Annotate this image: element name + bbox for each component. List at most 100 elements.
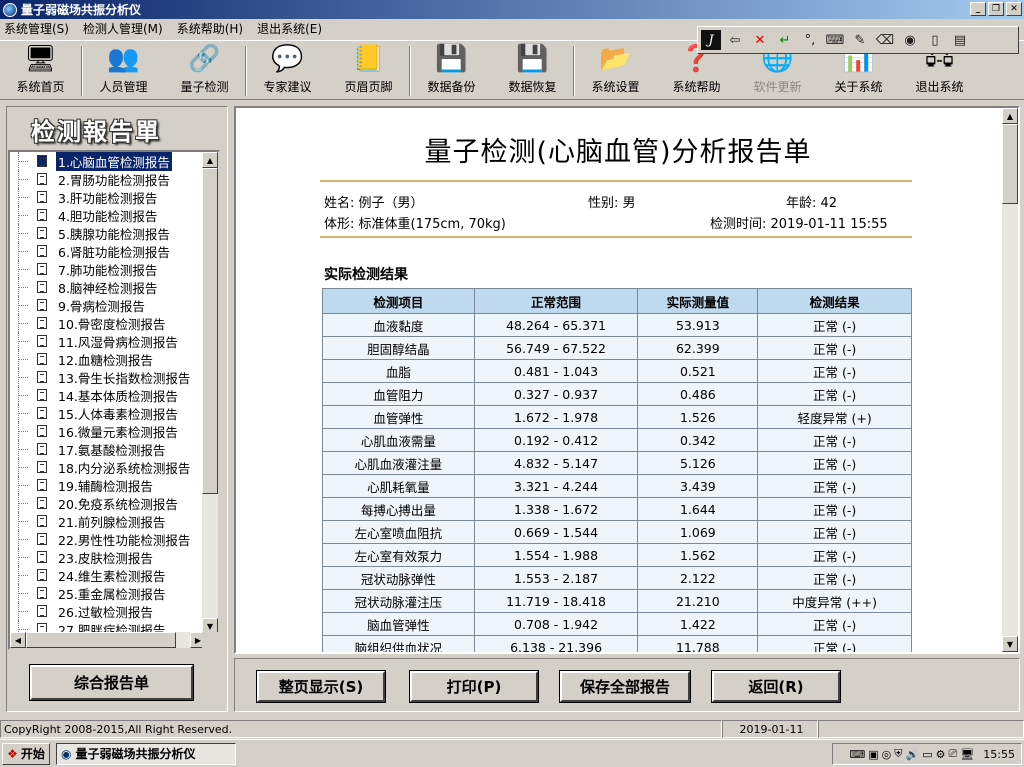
toolbar-backup-button[interactable]: 💾 数据备份 bbox=[411, 41, 492, 99]
tray-display-icon[interactable]: ▭ bbox=[922, 748, 932, 761]
ime-logo-icon[interactable]: J bbox=[701, 30, 721, 50]
menu-tester[interactable]: 检测人管理(M) bbox=[83, 20, 163, 37]
report-tree-item[interactable]: 13.骨生长指数检测报告 bbox=[10, 368, 206, 386]
toolbar-header-footer-button[interactable]: 📒 页眉页脚 bbox=[328, 41, 409, 99]
report-tree-item[interactable]: 4.胆功能检测报告 bbox=[10, 206, 206, 224]
tree-scroll-thumb[interactable] bbox=[202, 168, 218, 494]
table-cell: 胆固醇结晶 bbox=[322, 336, 475, 360]
menu-help[interactable]: 系统帮助(H) bbox=[177, 20, 243, 37]
mouse-icon[interactable]: ▯ bbox=[924, 30, 946, 50]
fit-page-button[interactable]: 整页显示(S) bbox=[256, 670, 386, 703]
close-button[interactable]: ✕ bbox=[1006, 2, 1022, 16]
report-tree-item[interactable]: 5.胰腺功能检测报告 bbox=[10, 224, 206, 242]
delete-icon[interactable]: ✕ bbox=[749, 30, 771, 50]
print-button[interactable]: 打印(P) bbox=[409, 670, 539, 703]
table-cell: 0.486 bbox=[637, 382, 759, 406]
back-arrow-icon[interactable]: ⇦ bbox=[724, 30, 746, 50]
tray-monitor-icon[interactable]: 🖥 bbox=[960, 748, 974, 761]
toolbar-home-button[interactable]: 🖥 系统首页 bbox=[0, 41, 81, 99]
tray-network-icon[interactable]: ▣ bbox=[868, 748, 878, 761]
report-vertical-scrollbar[interactable]: ▲ ▼ bbox=[1002, 108, 1018, 652]
tray-ime-icon[interactable]: ⎚ bbox=[949, 747, 958, 761]
report-tree-item[interactable]: 19.辅酶检测报告 bbox=[10, 476, 206, 494]
tree-hscroll-thumb[interactable] bbox=[26, 632, 176, 648]
eye-icon[interactable]: ◉ bbox=[899, 30, 921, 50]
report-document-icon bbox=[37, 407, 47, 419]
scroll-up-icon[interactable]: ▲ bbox=[202, 152, 218, 168]
summary-report-button[interactable]: 综合报告单 bbox=[29, 664, 194, 701]
table-cell: 48.264 - 65.371 bbox=[473, 313, 639, 337]
tree-horizontal-scrollbar[interactable]: ◀ ▶ bbox=[10, 632, 206, 648]
save-all-button[interactable]: 保存全部报告 bbox=[559, 670, 691, 703]
menu-exit[interactable]: 退出系统(E) bbox=[257, 20, 322, 37]
tray-settings-icon[interactable]: ⚙ bbox=[936, 748, 946, 761]
edit-icon[interactable]: ✎ bbox=[849, 30, 871, 50]
table-cell: 1.553 - 2.187 bbox=[473, 566, 639, 590]
enter-icon[interactable]: ↵ bbox=[774, 30, 796, 50]
restore-button[interactable]: ❐ bbox=[988, 2, 1004, 16]
report-tree-item[interactable]: 2.胃肠功能检测报告 bbox=[10, 170, 206, 188]
tray-shield-icon[interactable]: ⛨ bbox=[894, 747, 902, 761]
report-tree[interactable]: 1.心脑血管检测报告 2.胃肠功能检测报告 3.肝功能检测报告 4.胆功能检测报告 5.… bbox=[8, 150, 220, 650]
toolbar-restore-button[interactable]: 💾 数据恢复 bbox=[492, 41, 573, 99]
minimize-button[interactable]: _ bbox=[970, 2, 986, 16]
report-tree-label: 24.维生素检测报告 bbox=[58, 568, 166, 584]
report-tree-item[interactable]: 10.骨密度检测报告 bbox=[10, 314, 206, 332]
report-document-icon bbox=[37, 533, 47, 545]
report-tree-item[interactable]: 1.心脑血管检测报告 bbox=[10, 152, 206, 172]
report-title: 量子检测(心脑血管)分析报告单 bbox=[424, 137, 812, 168]
status-bar: CopyRight 2008-2015,All Right Reserved. … bbox=[0, 720, 1024, 738]
report-scroll-thumb[interactable] bbox=[1002, 124, 1018, 204]
tray-app-icon[interactable]: ◎ bbox=[882, 748, 892, 761]
report-scroll-up-icon[interactable]: ▲ bbox=[1002, 108, 1018, 124]
table-cell: 1.644 bbox=[637, 497, 759, 521]
report-tree-item[interactable]: 15.人体毒素检测报告 bbox=[10, 404, 206, 422]
start-button[interactable]: ❖ 开始 bbox=[2, 742, 50, 765]
report-scroll-down-icon[interactable]: ▼ bbox=[1002, 636, 1018, 652]
tree-vertical-scrollbar[interactable]: ▲ ▼ bbox=[202, 152, 218, 634]
tray-volume-icon[interactable]: 🔊 bbox=[906, 748, 920, 761]
report-tree-item[interactable]: 17.氨基酸检测报告 bbox=[10, 440, 206, 458]
col-item: 检测项目 bbox=[322, 288, 475, 314]
report-tree-item[interactable]: 3.肝功能检测报告 bbox=[10, 188, 206, 206]
table-cell: 血脂 bbox=[322, 359, 475, 383]
toolbar-detect-button[interactable]: 🔗 量子检测 bbox=[164, 41, 245, 99]
report-tree-label: 20.免疫系统检测报告 bbox=[58, 496, 178, 512]
keyboard-icon[interactable]: ⌨ bbox=[824, 30, 846, 50]
table-row: 胆固醇结晶 56.749 - 67.522 62.399 正常 (-) bbox=[322, 336, 912, 360]
report-tree-item[interactable]: 22.男性性功能检测报告 bbox=[10, 530, 206, 548]
document-icon[interactable]: ▤ bbox=[949, 30, 971, 50]
folder-settings-icon: 📂 bbox=[599, 44, 632, 74]
report-tree-item[interactable]: 23.皮肤检测报告 bbox=[10, 548, 206, 566]
report-tree-item[interactable]: 6.肾脏功能检测报告 bbox=[10, 242, 206, 260]
report-tree-item[interactable]: 9.骨病检测报告 bbox=[10, 296, 206, 314]
taskbar-app-button[interactable]: ◉ 量子弱磁场共振分析仪 bbox=[56, 742, 236, 765]
report-tree-item[interactable]: 26.过敏检测报告 bbox=[10, 602, 206, 620]
report-tree-item[interactable]: 8.脑神经检测报告 bbox=[10, 278, 206, 296]
tray-keyboard-icon[interactable]: ⌨ bbox=[849, 748, 865, 761]
toolbar-settings-button[interactable]: 📂 系统设置 bbox=[575, 41, 656, 99]
report-document-icon bbox=[37, 353, 47, 365]
toolbar-people-button[interactable]: 👥 人员管理 bbox=[83, 41, 164, 99]
table-cell: 11.719 - 18.418 bbox=[473, 589, 639, 613]
report-tree-item[interactable]: 16.微量元素检测报告 bbox=[10, 422, 206, 440]
table-cell: 3.439 bbox=[637, 474, 759, 498]
back-button[interactable]: 返回(R) bbox=[711, 670, 841, 703]
punctuation-icon[interactable]: °, bbox=[799, 30, 821, 50]
report-tree-item[interactable]: 11.风湿骨病检测报告 bbox=[10, 332, 206, 350]
eraser-icon[interactable]: ⌫ bbox=[874, 30, 896, 50]
scroll-left-icon[interactable]: ◀ bbox=[10, 632, 26, 648]
report-tree-item[interactable]: 25.重金属检测报告 bbox=[10, 584, 206, 602]
report-tree-item[interactable]: 24.维生素检测报告 bbox=[10, 566, 206, 584]
toolbar-advice-button[interactable]: 💬 专家建议 bbox=[247, 41, 328, 99]
floppy-backup-icon: 💾 bbox=[435, 44, 468, 74]
report-tree-item[interactable]: 20.免疫系统检测报告 bbox=[10, 494, 206, 512]
report-tree-item[interactable]: 14.基本体质检测报告 bbox=[10, 386, 206, 404]
report-tree-item[interactable]: 7.肺功能检测报告 bbox=[10, 260, 206, 278]
report-tree-item[interactable]: 12.血糖检测报告 bbox=[10, 350, 206, 368]
report-tree-item[interactable]: 18.内分泌系统检测报告 bbox=[10, 458, 206, 476]
report-tree-label: 18.内分泌系统检测报告 bbox=[58, 460, 191, 476]
col-result: 检测结果 bbox=[757, 288, 912, 314]
report-tree-item[interactable]: 21.前列腺检测报告 bbox=[10, 512, 206, 530]
menu-system[interactable]: 系统管理(S) bbox=[4, 20, 69, 37]
